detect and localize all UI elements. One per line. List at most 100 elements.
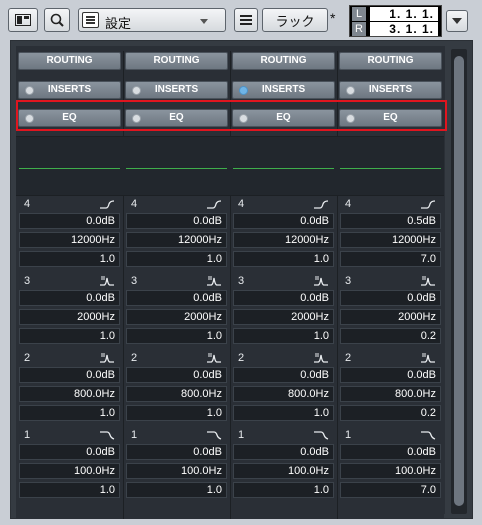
preset-name: 設定 <box>105 16 132 31</box>
eq-curve-display[interactable] <box>16 136 123 196</box>
eq-q-field[interactable]: 1.0 <box>126 482 227 498</box>
eq-frequency-field[interactable]: 800.0Hz <box>340 386 441 402</box>
peak-filter-icon[interactable] <box>313 275 329 287</box>
eq-frequency-field[interactable]: 12000Hz <box>126 232 227 248</box>
inserts-button[interactable]: INSERTS <box>232 81 335 99</box>
eq-gain-field[interactable]: 0.0dB <box>233 367 334 383</box>
right-locator[interactable]: R 3. 1. 1. <box>352 22 440 36</box>
peak-filter-icon[interactable] <box>206 275 222 287</box>
eq-gain-field[interactable]: 0.0dB <box>340 367 441 383</box>
eq-frequency-field[interactable]: 100.0Hz <box>233 463 334 479</box>
eq-gain-field[interactable]: 0.0dB <box>126 290 227 306</box>
eq-gain-field[interactable]: 0.0dB <box>19 213 120 229</box>
eq-q-field[interactable]: 1.0 <box>233 405 334 421</box>
peak-filter-icon[interactable] <box>313 352 329 364</box>
eq-frequency-field[interactable]: 2000Hz <box>233 309 334 325</box>
scrollbar-thumb[interactable] <box>454 56 464 506</box>
layout-toggle-button[interactable] <box>8 8 38 32</box>
eq-gain-field[interactable]: 0.0dB <box>19 444 120 460</box>
inserts-button[interactable]: INSERTS <box>18 81 121 99</box>
high-shelf-filter-icon[interactable] <box>206 198 222 210</box>
routing-button[interactable]: ROUTING <box>125 52 228 70</box>
eq-band: 4 0.0dB 12000Hz 1.0 <box>16 196 123 272</box>
inserts-bypass-led[interactable] <box>239 86 248 95</box>
eq-frequency-field[interactable]: 2000Hz <box>340 309 441 325</box>
inserts-button[interactable]: INSERTS <box>339 81 442 99</box>
eq-curve-display[interactable] <box>123 136 230 196</box>
left-locator[interactable]: L 1. 1. 1. <box>352 7 440 21</box>
eq-band-number: 3 <box>345 275 352 287</box>
preset-selector[interactable]: 設定 <box>78 8 303 32</box>
eq-band-header: 1 <box>16 427 123 443</box>
eq-q-field[interactable]: 1.0 <box>19 405 120 421</box>
search-button[interactable] <box>44 8 70 32</box>
eq-q-field[interactable]: 0.2 <box>340 405 441 421</box>
eq-band-header: 2 <box>123 350 230 366</box>
eq-gain-field[interactable]: 0.0dB <box>19 290 120 306</box>
peak-filter-icon[interactable] <box>206 352 222 364</box>
low-cut-filter-icon[interactable] <box>420 429 436 441</box>
eq-gain-field[interactable]: 0.5dB <box>340 213 441 229</box>
inserts-bypass-led[interactable] <box>346 86 355 95</box>
peak-filter-icon[interactable] <box>420 275 436 287</box>
inserts-button[interactable]: INSERTS <box>125 81 228 99</box>
eq-band: 1 0.0dB 100.0Hz 1.0 <box>16 427 123 503</box>
eq-gain-field[interactable]: 0.0dB <box>126 213 227 229</box>
eq-gain-field[interactable]: 0.0dB <box>340 290 441 306</box>
low-cut-filter-icon[interactable] <box>313 429 329 441</box>
eq-q-field[interactable]: 1.0 <box>19 482 120 498</box>
eq-gain-field[interactable]: 0.0dB <box>126 444 227 460</box>
inserts-bypass-led[interactable] <box>132 86 141 95</box>
eq-q-field[interactable]: 1.0 <box>233 482 334 498</box>
eq-q-field[interactable]: 1.0 <box>126 405 227 421</box>
eq-curve-display[interactable] <box>337 136 444 196</box>
eq-q-field[interactable]: 1.0 <box>19 251 120 267</box>
inserts-bypass-led[interactable] <box>25 86 34 95</box>
peak-filter-icon[interactable] <box>99 352 115 364</box>
eq-q-field[interactable]: 7.0 <box>340 482 441 498</box>
peak-filter-icon[interactable] <box>99 275 115 287</box>
eq-frequency-field[interactable]: 100.0Hz <box>340 463 441 479</box>
eq-q-field[interactable]: 1.0 <box>126 251 227 267</box>
eq-q-field[interactable]: 1.0 <box>233 328 334 344</box>
eq-gain-field[interactable]: 0.0dB <box>126 367 227 383</box>
high-shelf-filter-icon[interactable] <box>313 198 329 210</box>
eq-frequency-field[interactable]: 12000Hz <box>19 232 120 248</box>
eq-q-field[interactable]: 0.2 <box>340 328 441 344</box>
high-shelf-filter-icon[interactable] <box>420 198 436 210</box>
routing-button[interactable]: ROUTING <box>18 52 121 70</box>
low-cut-filter-icon[interactable] <box>206 429 222 441</box>
eq-gain-field[interactable]: 0.0dB <box>233 290 334 306</box>
high-shelf-filter-icon[interactable] <box>99 198 115 210</box>
eq-gain-field[interactable]: 0.0dB <box>19 367 120 383</box>
low-cut-filter-icon[interactable] <box>99 429 115 441</box>
eq-q-field[interactable]: 7.0 <box>340 251 441 267</box>
options-dropdown-button[interactable] <box>446 10 468 32</box>
eq-frequency-field[interactable]: 100.0Hz <box>19 463 120 479</box>
eq-band-header: 4 <box>230 196 337 212</box>
routing-button[interactable]: ROUTING <box>232 52 335 70</box>
eq-frequency-field[interactable]: 2000Hz <box>126 309 227 325</box>
eq-gain-field[interactable]: 0.0dB <box>233 444 334 460</box>
eq-frequency-field[interactable]: 12000Hz <box>340 232 441 248</box>
vertical-scrollbar[interactable] <box>451 49 467 514</box>
eq-q-field[interactable]: 1.0 <box>126 328 227 344</box>
eq-gain-field[interactable]: 0.0dB <box>233 213 334 229</box>
peak-filter-icon[interactable] <box>420 352 436 364</box>
rack-menu-button[interactable] <box>234 8 258 32</box>
eq-frequency-field[interactable]: 12000Hz <box>233 232 334 248</box>
eq-curve-display[interactable] <box>230 136 337 196</box>
eq-q-field[interactable]: 1.0 <box>19 328 120 344</box>
eq-q-field[interactable]: 1.0 <box>233 251 334 267</box>
eq-gain-field[interactable]: 0.0dB <box>340 444 441 460</box>
eq-frequency-field[interactable]: 2000Hz <box>19 309 120 325</box>
eq-band-number: 2 <box>238 352 245 364</box>
eq-frequency-field[interactable]: 800.0Hz <box>126 386 227 402</box>
eq-band-number: 2 <box>24 352 31 364</box>
eq-frequency-field[interactable]: 100.0Hz <box>126 463 227 479</box>
eq-frequency-field[interactable]: 800.0Hz <box>233 386 334 402</box>
routing-button[interactable]: ROUTING <box>339 52 442 70</box>
eq-band-header: 2 <box>230 350 337 366</box>
eq-frequency-field[interactable]: 800.0Hz <box>19 386 120 402</box>
rack-selector[interactable]: ラック <box>262 8 328 32</box>
